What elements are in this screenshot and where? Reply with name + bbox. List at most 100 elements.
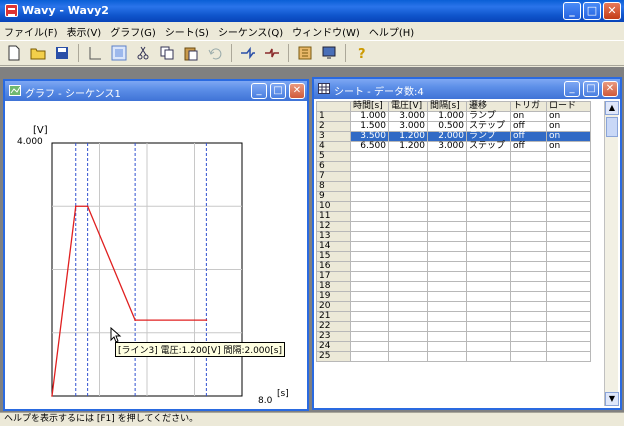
- table-row[interactable]: 9: [316, 191, 591, 202]
- cell-interval[interactable]: [427, 341, 467, 352]
- cell-load[interactable]: [546, 311, 591, 322]
- cell-time[interactable]: [350, 341, 389, 352]
- scroll-thumb[interactable]: [606, 117, 618, 137]
- cell-transition[interactable]: [466, 191, 511, 202]
- row-header[interactable]: 20: [316, 301, 351, 312]
- row-header[interactable]: 14: [316, 241, 351, 252]
- sheet-maximize-button[interactable]: □: [583, 81, 599, 97]
- table-row[interactable]: 22: [316, 321, 591, 332]
- cell-load[interactable]: [546, 251, 591, 262]
- cell-trigger[interactable]: [510, 331, 547, 342]
- table-row[interactable]: 14: [316, 241, 591, 252]
- cell-trigger[interactable]: [510, 251, 547, 262]
- cell-load[interactable]: [546, 271, 591, 282]
- cell-time[interactable]: [350, 211, 389, 222]
- cell-trigger[interactable]: [510, 321, 547, 332]
- cell-transition[interactable]: ステップ: [466, 141, 511, 152]
- open-folder-icon[interactable]: [30, 45, 46, 61]
- cell-interval[interactable]: 0.500: [427, 121, 467, 132]
- cell-trigger[interactable]: [510, 311, 547, 322]
- cell-trigger[interactable]: [510, 161, 547, 172]
- table-row[interactable]: 4 6.500 1.200 3.000 ステップ off on: [316, 141, 591, 152]
- table-row[interactable]: 6: [316, 161, 591, 172]
- cell-voltage[interactable]: [388, 221, 428, 232]
- cell-interval[interactable]: [427, 331, 467, 342]
- table-row[interactable]: 1 1.000 3.000 1.000 ランプ on on: [316, 111, 591, 122]
- scroll-down-icon[interactable]: ▼: [605, 392, 619, 406]
- cell-transition[interactable]: [466, 241, 511, 252]
- cell-time[interactable]: [350, 201, 389, 212]
- cell-time[interactable]: [350, 171, 389, 182]
- row-header[interactable]: 10: [316, 201, 351, 212]
- table-row[interactable]: 19: [316, 291, 591, 302]
- cell-voltage[interactable]: [388, 291, 428, 302]
- undo-icon[interactable]: [207, 45, 223, 61]
- cell-interval[interactable]: [427, 281, 467, 292]
- cell-load[interactable]: [546, 231, 591, 242]
- cell-transition[interactable]: [466, 151, 511, 162]
- row-header[interactable]: 15: [316, 251, 351, 262]
- cell-voltage[interactable]: [388, 181, 428, 192]
- sequence-run-icon[interactable]: [240, 45, 256, 61]
- cell-transition[interactable]: [466, 281, 511, 292]
- cell-voltage[interactable]: [388, 241, 428, 252]
- copy-icon[interactable]: [159, 45, 175, 61]
- cell-interval[interactable]: [427, 231, 467, 242]
- table-row[interactable]: 11: [316, 211, 591, 222]
- cell-load[interactable]: [546, 181, 591, 192]
- cell-voltage[interactable]: [388, 161, 428, 172]
- cell-time[interactable]: [350, 271, 389, 282]
- menu-sheet[interactable]: シート(S): [165, 24, 209, 39]
- cell-trigger[interactable]: off: [510, 121, 547, 132]
- cell-transition[interactable]: [466, 161, 511, 172]
- cell-time[interactable]: 6.500: [350, 141, 389, 152]
- cell-voltage[interactable]: [388, 211, 428, 222]
- cell-interval[interactable]: 3.000: [427, 141, 467, 152]
- save-icon[interactable]: [54, 45, 70, 61]
- column-header-transition[interactable]: 遷移: [466, 101, 511, 112]
- row-header[interactable]: 6: [316, 161, 351, 172]
- cell-trigger[interactable]: [510, 241, 547, 252]
- cell-interval[interactable]: [427, 301, 467, 312]
- paste-icon[interactable]: [183, 45, 199, 61]
- cell-time[interactable]: [350, 231, 389, 242]
- cell-interval[interactable]: [427, 311, 467, 322]
- cell-trigger[interactable]: [510, 291, 547, 302]
- cell-load[interactable]: [546, 291, 591, 302]
- cell-transition[interactable]: [466, 211, 511, 222]
- cell-transition[interactable]: [466, 321, 511, 332]
- cell-transition[interactable]: [466, 271, 511, 282]
- row-header[interactable]: 19: [316, 291, 351, 302]
- cell-load[interactable]: on: [546, 141, 591, 152]
- cell-trigger[interactable]: [510, 301, 547, 312]
- cell-voltage[interactable]: [388, 281, 428, 292]
- cell-voltage[interactable]: [388, 171, 428, 182]
- cell-load[interactable]: on: [546, 131, 591, 142]
- cell-time[interactable]: 1.500: [350, 121, 389, 132]
- menu-help[interactable]: ヘルプ(H): [369, 24, 414, 39]
- cell-transition[interactable]: [466, 331, 511, 342]
- row-header[interactable]: 7: [316, 171, 351, 182]
- cell-time[interactable]: [350, 251, 389, 262]
- table-row[interactable]: 2 1.500 3.000 0.500 ステップ off on: [316, 121, 591, 132]
- graph-close-button[interactable]: ✕: [289, 83, 305, 99]
- cell-interval[interactable]: [427, 351, 467, 362]
- cell-voltage[interactable]: [388, 191, 428, 202]
- cell-trigger[interactable]: [510, 271, 547, 282]
- menu-file[interactable]: ファイル(F): [4, 24, 58, 39]
- new-file-icon[interactable]: [6, 45, 22, 61]
- sheet-window-titlebar[interactable]: シート - データ数:4 _ □ ✕: [314, 79, 620, 99]
- cell-interval[interactable]: 2.000: [427, 131, 467, 142]
- cell-interval[interactable]: [427, 171, 467, 182]
- cell-interval[interactable]: [427, 251, 467, 262]
- cell-voltage[interactable]: [388, 301, 428, 312]
- row-header[interactable]: 5: [316, 151, 351, 162]
- cell-time[interactable]: [350, 291, 389, 302]
- menu-window[interactable]: ウィンドウ(W): [292, 24, 360, 39]
- graph-minimize-button[interactable]: _: [251, 83, 267, 99]
- graph-maximize-button[interactable]: □: [270, 83, 286, 99]
- cell-transition[interactable]: [466, 351, 511, 362]
- cell-transition[interactable]: [466, 221, 511, 232]
- cell-voltage[interactable]: [388, 201, 428, 212]
- cell-voltage[interactable]: [388, 271, 428, 282]
